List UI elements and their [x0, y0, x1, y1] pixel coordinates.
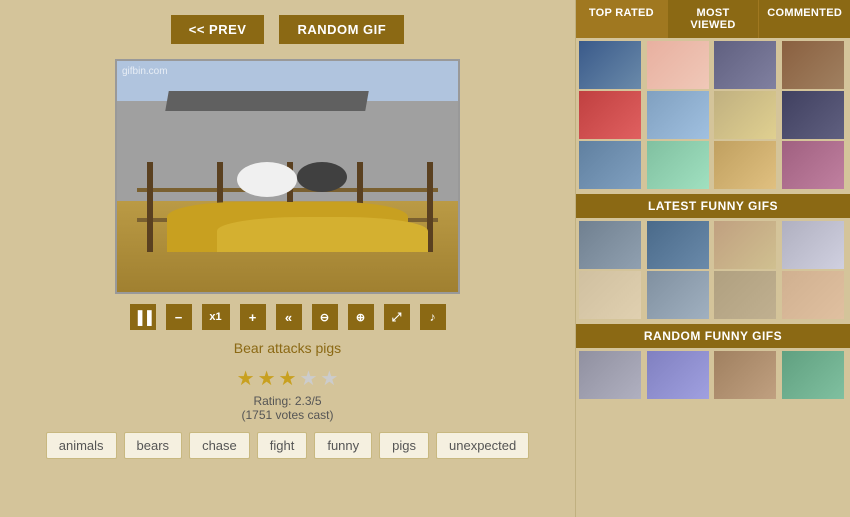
zoom-in-icon: ⊕ [356, 311, 365, 324]
plus-icon: + [249, 310, 257, 325]
thumb-r-3[interactable] [714, 351, 776, 399]
thumb-r-2[interactable] [647, 351, 709, 399]
tags-row: animals bears chase fight funny pigs une… [46, 432, 530, 459]
thumb-l-5[interactable] [579, 271, 641, 319]
pause-icon: ▐▐ [133, 310, 151, 325]
expand-icon: ⤢ [392, 310, 402, 325]
latest-grid [576, 218, 850, 322]
thumb-tr-2[interactable] [647, 41, 709, 89]
zoom-in-button[interactable]: ⊕ [348, 304, 374, 330]
plus-button[interactable]: + [240, 304, 266, 330]
rewind-button[interactable]: « [276, 304, 302, 330]
minus-button[interactable]: − [166, 304, 192, 330]
thumb-tr-9[interactable] [579, 141, 641, 189]
prev-button[interactable]: << PREV [171, 15, 265, 44]
thumb-l-1[interactable] [579, 221, 641, 269]
star-1[interactable]: ★ [237, 366, 255, 391]
fence-post-1 [147, 162, 153, 252]
fence [137, 132, 438, 252]
rewind-icon: « [285, 310, 292, 325]
tag-funny[interactable]: funny [314, 432, 372, 459]
gif-container: gifbin.com [115, 59, 460, 294]
tabs-row: TOP RATED MOST VIEWED COMMENTED [576, 0, 850, 38]
thumb-l-8[interactable] [782, 271, 844, 319]
thumb-r-1[interactable] [579, 351, 641, 399]
random-gifs-header: RANDOM FUNNY GIFS [576, 324, 850, 348]
votes-text: (1751 votes cast) [241, 408, 333, 422]
thumb-tr-6[interactable] [647, 91, 709, 139]
right-panel: TOP RATED MOST VIEWED COMMENTED LATEST F… [575, 0, 850, 517]
thumb-tr-12[interactable] [782, 141, 844, 189]
tag-fight[interactable]: fight [257, 432, 308, 459]
thumb-tr-5[interactable] [579, 91, 641, 139]
top-buttons: << PREV RANDOM GIF [171, 15, 404, 44]
controls-bar: ▐▐ − x1 + « ⊖ ⊕ ⤢ ♪ [130, 304, 446, 330]
tab-top-rated[interactable]: TOP RATED [576, 0, 668, 38]
top-rated-grid [576, 38, 850, 192]
star-3[interactable]: ★ [279, 366, 297, 391]
star-5[interactable]: ★ [320, 366, 338, 391]
tab-most-viewed[interactable]: MOST VIEWED [668, 0, 760, 38]
stars-row: ★ ★ ★ ★ ★ [237, 366, 339, 391]
thumb-tr-10[interactable] [647, 141, 709, 189]
minus-icon: − [175, 310, 183, 325]
watermark: gifbin.com [122, 66, 168, 77]
tag-pigs[interactable]: pigs [379, 432, 429, 459]
thumb-tr-7[interactable] [714, 91, 776, 139]
tag-chase[interactable]: chase [189, 432, 250, 459]
left-panel: << PREV RANDOM GIF gifbin.com [0, 0, 575, 517]
roof-element [165, 91, 369, 111]
zoom-out-button[interactable]: ⊖ [312, 304, 338, 330]
tab-commented[interactable]: COMMENTED [759, 0, 850, 38]
thumb-l-2[interactable] [647, 221, 709, 269]
star-4[interactable]: ★ [299, 366, 317, 391]
thumb-tr-1[interactable] [579, 41, 641, 89]
tag-animals[interactable]: animals [46, 432, 117, 459]
hay-pile-2 [217, 217, 428, 252]
random-gif-button[interactable]: RANDOM GIF [279, 15, 404, 44]
thumb-l-3[interactable] [714, 221, 776, 269]
thumb-r-4[interactable] [782, 351, 844, 399]
expand-button[interactable]: ⤢ [384, 304, 410, 330]
x1-button[interactable]: x1 [202, 304, 230, 330]
rating-text: Rating: 2.3/5 [253, 394, 321, 408]
volume-icon: ♪ [430, 310, 436, 324]
volume-button[interactable]: ♪ [420, 304, 446, 330]
thumb-l-6[interactable] [647, 271, 709, 319]
random-grid [576, 348, 850, 402]
thumb-tr-4[interactable] [782, 41, 844, 89]
gif-scene: gifbin.com [117, 61, 458, 292]
animal-pig [237, 162, 297, 197]
zoom-out-icon: ⊖ [320, 311, 329, 324]
animal-bear [297, 162, 347, 192]
latest-gifs-header: LATEST FUNNY GIFS [576, 194, 850, 218]
thumb-tr-3[interactable] [714, 41, 776, 89]
tag-bears[interactable]: bears [124, 432, 183, 459]
thumb-l-7[interactable] [714, 271, 776, 319]
thumb-tr-11[interactable] [714, 141, 776, 189]
thumb-tr-8[interactable] [782, 91, 844, 139]
tag-unexpected[interactable]: unexpected [436, 432, 529, 459]
thumb-l-4[interactable] [782, 221, 844, 269]
star-2[interactable]: ★ [258, 366, 276, 391]
gif-title[interactable]: Bear attacks pigs [234, 340, 341, 356]
pause-button[interactable]: ▐▐ [130, 304, 156, 330]
